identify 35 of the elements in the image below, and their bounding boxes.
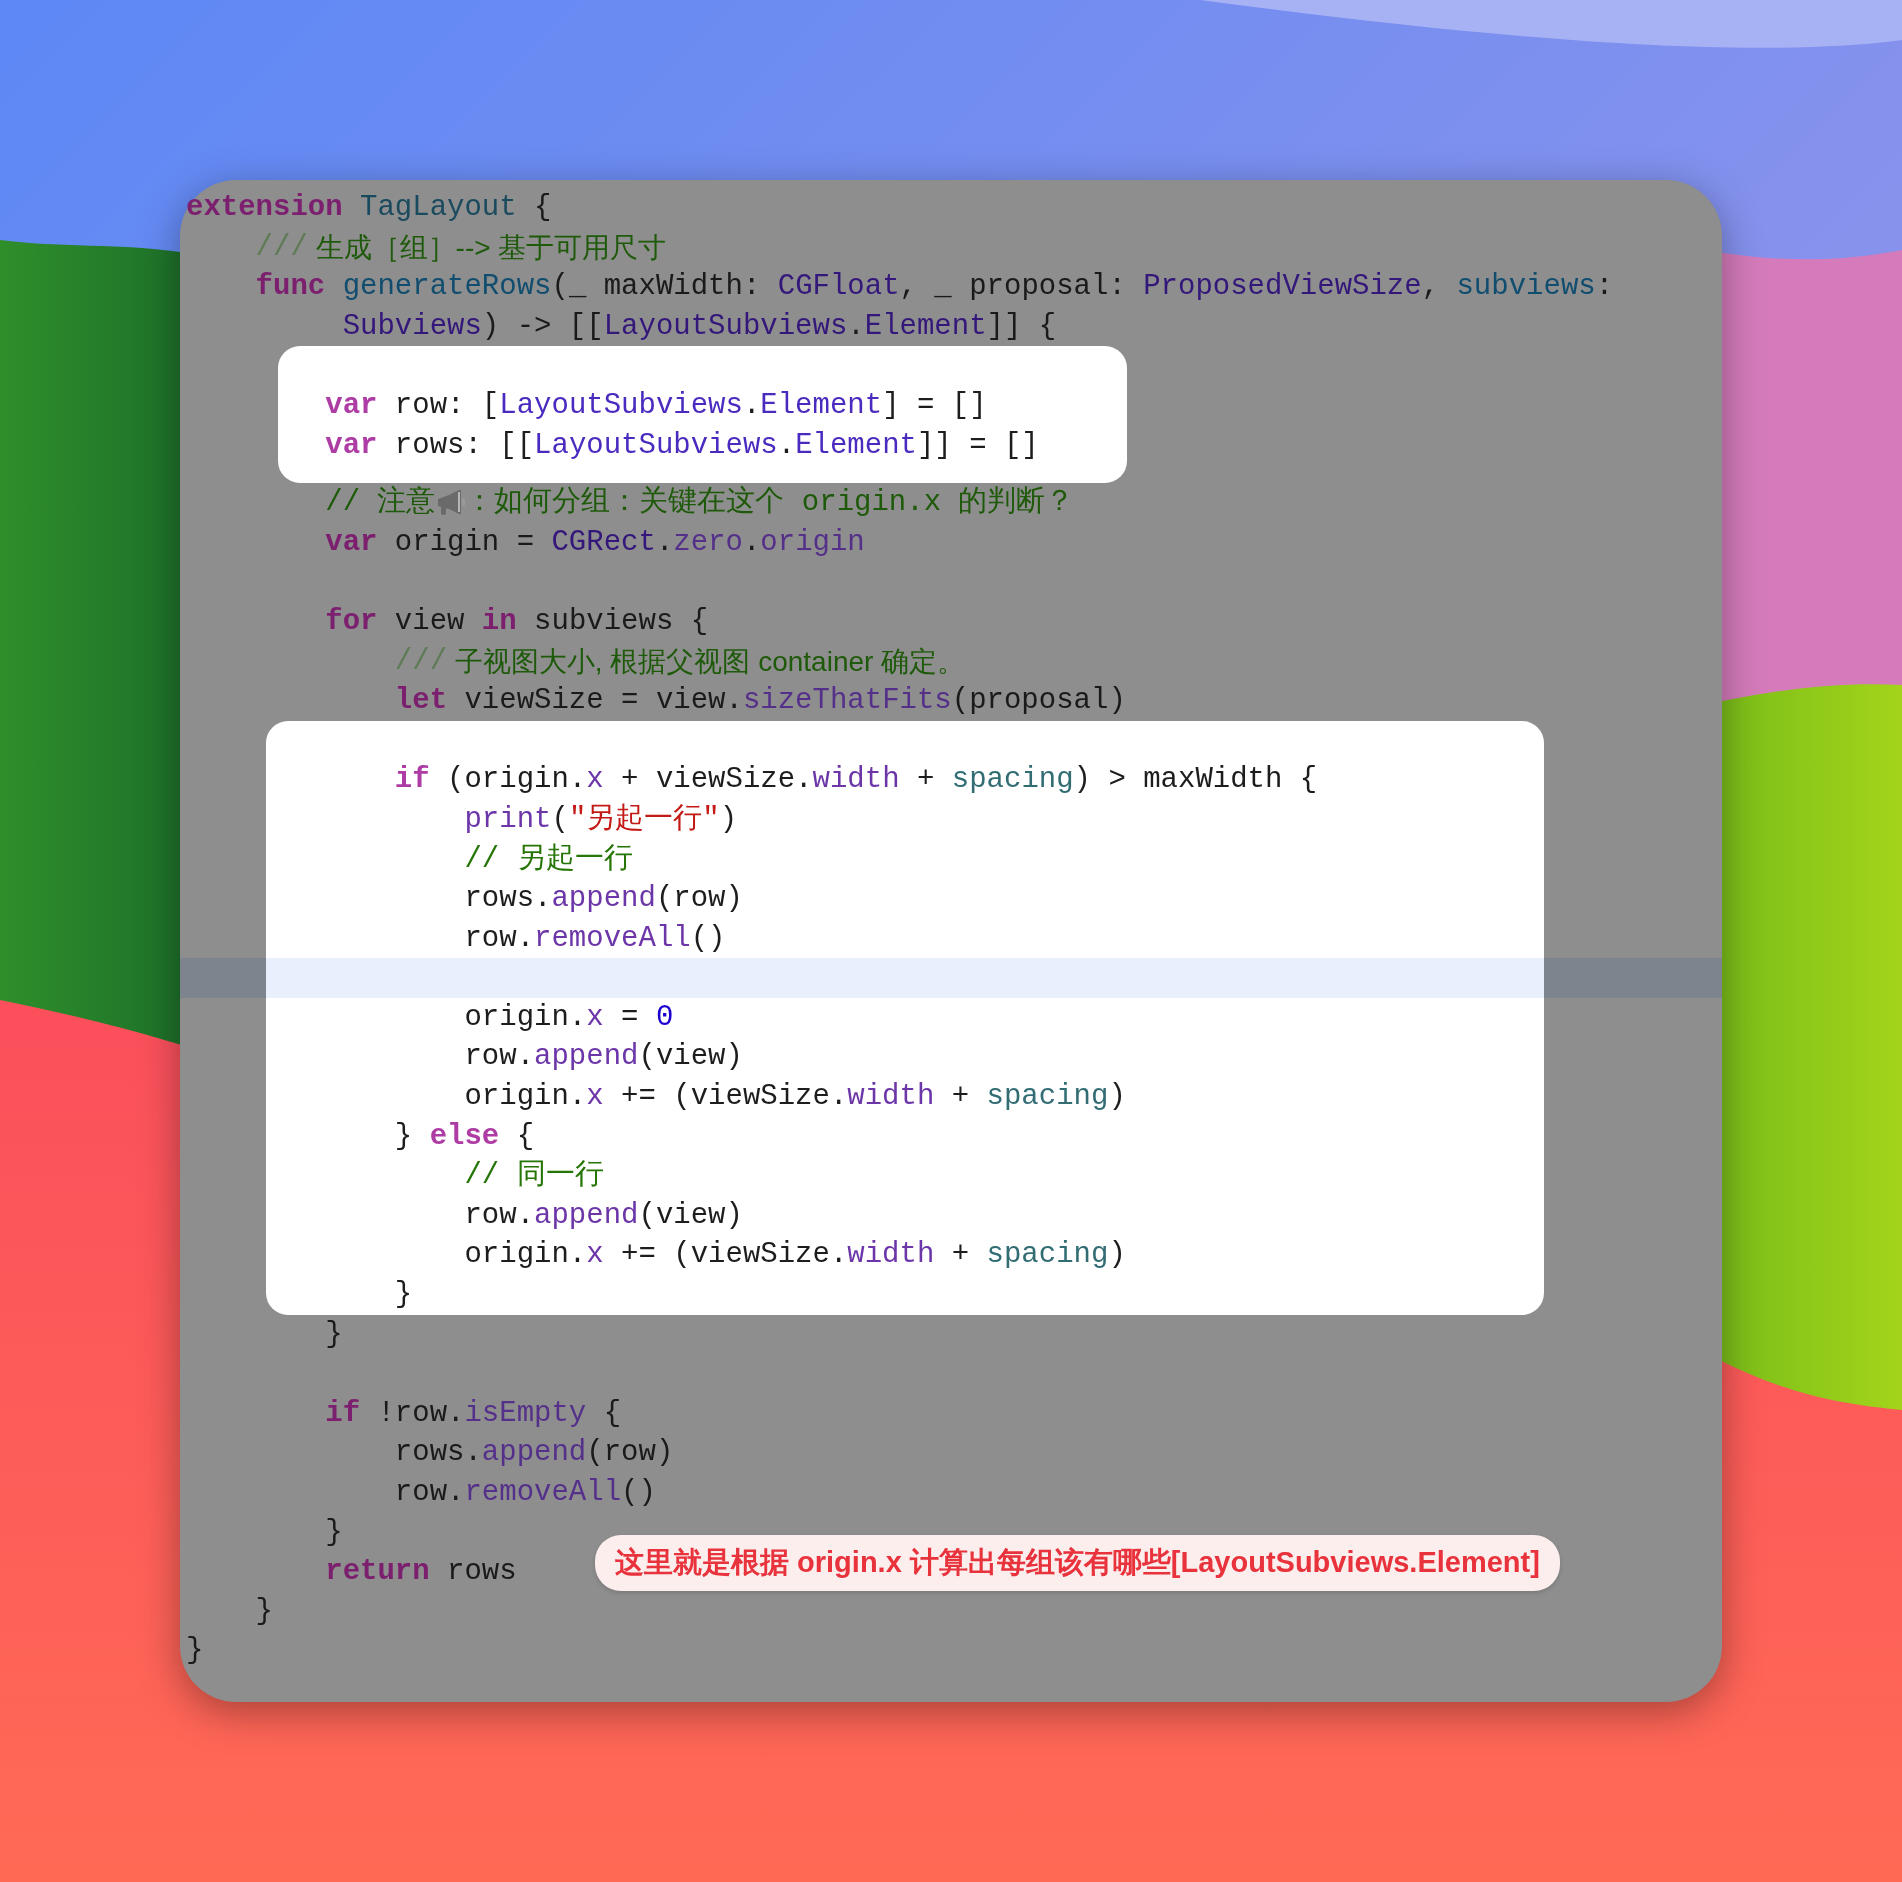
code-line: } else { [393,1118,535,1155]
code-line: for view in subviews { [324,603,709,640]
code-line: } [324,1514,343,1551]
code-line: if !row.isEmpty { [324,1395,622,1432]
code-line: rows.append(row) [393,1435,674,1472]
code-line: rows.append(row) [463,881,743,918]
code-line: Subviews) -> [[LayoutSubviews.Element]] { [341,308,1057,345]
code-line: print("另起一行") [463,801,738,838]
code-line: // 同一行 [463,1158,604,1195]
code-line: row.removeAll() [393,1475,656,1511]
code-line: } [393,1277,413,1314]
annotation-callout: 这里就是根据 origin.x 计算出每组该有哪些[LayoutSubviews.Element] [595,1535,1560,1591]
code-line: return rows [324,1554,517,1591]
megaphone-icon [435,488,466,517]
code-line: if (origin.x + viewSize.width + spacing) > maxWidth { [393,762,1318,799]
code-line: origin.x += (viewSize.width + spacing) [463,1237,1126,1274]
code-line: extension TagLayout { [186,190,552,226]
code-line: origin.x += (viewSize.width + spacing) [463,1079,1126,1116]
code-line: var rows: [[LayoutSubviews.Element]] = [] [324,427,1039,464]
code-line: } [186,1633,204,1670]
code-line: } [324,1316,343,1353]
code-line: /// 子视图大小, 根据父视图 container 确定。 [393,643,966,680]
code-line: } [254,1593,273,1630]
code-line: var row: [LayoutSubviews.Element] = [] [324,387,987,424]
code-line: row.removeAll() [463,920,726,957]
code-line: let viewSize = view.sizeThatFits(proposal) [393,683,1126,720]
code-line: origin.x = 0 [463,999,674,1036]
code-comment-text: // 注意 [324,485,436,522]
code-line: // 另起一行 [463,841,633,878]
code-comment-text: ：如何分组：关键在这个 origin.x 的判断？ [465,485,1075,522]
code-line: /// 生成［组］--> 基于可用尺寸 [254,229,667,266]
code-line: row.append(view) [463,1197,743,1234]
code-line: func generateRows(_ maxWidth: CGFloat, _ proposal: ProposedViewSize, subviews: [254,269,1614,306]
code-line: row.append(view) [463,1039,743,1076]
code-line: var origin = CGRect.zero.origin [324,524,865,561]
